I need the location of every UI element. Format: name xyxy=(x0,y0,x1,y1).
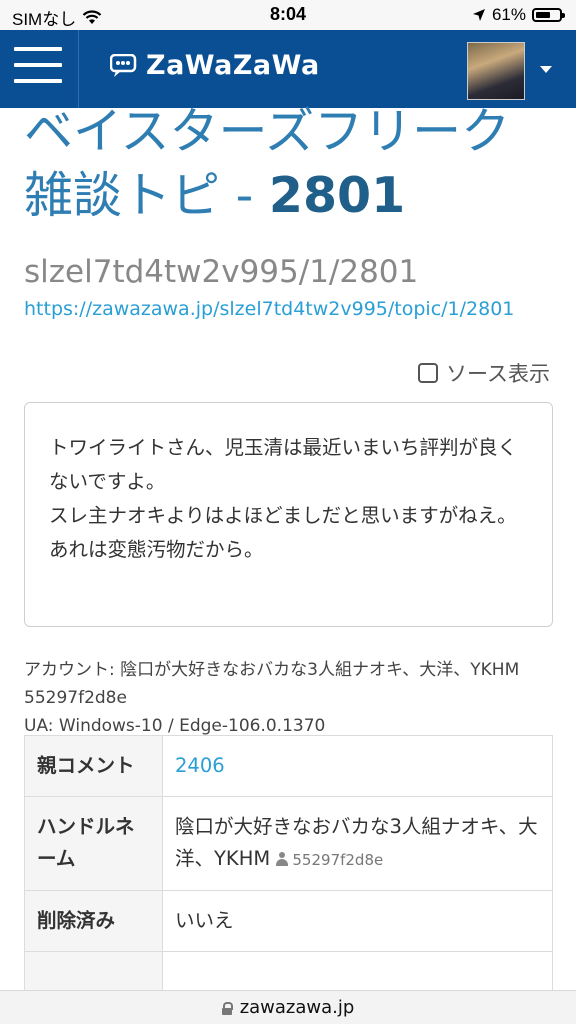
status-right: 61% xyxy=(472,5,565,25)
comment-line: トワイライトさん、児玉清は最近いまいち評判が良くないですよ。 xyxy=(49,436,518,493)
title-text: ベイスターズフリーク雑談トピ - xyxy=(24,103,511,224)
parent-comment-label: 親コメント xyxy=(24,735,163,797)
user-id-value: 55297f2d8e xyxy=(292,851,384,869)
parent-comment-link[interactable]: 2406 xyxy=(175,754,225,777)
source-checkbox[interactable] xyxy=(418,363,439,383)
lock-icon xyxy=(221,1001,233,1015)
app-header: ZaWaZaWa xyxy=(0,30,576,108)
user-avatar[interactable] xyxy=(467,42,525,100)
deleted-label: 削除済み xyxy=(24,890,163,952)
user-id: 55297f2d8e xyxy=(276,851,383,869)
parent-comment-cell: 2406 xyxy=(162,735,553,797)
topic-header: ベイスターズフリーク雑談トピ - 2801 slzel7td4tw2v995/1… xyxy=(24,100,554,304)
comment-line: スレ主ナオキよりはよほどましだと思いますがねえ。 xyxy=(49,504,517,527)
battery-percent: 61% xyxy=(491,5,526,24)
source-toggle-label: ソース表示 xyxy=(446,362,550,386)
chevron-down-icon[interactable] xyxy=(540,66,552,73)
logo-text: ZaWaZaWa xyxy=(146,50,320,81)
table-row: 削除済み いいえ xyxy=(24,890,553,952)
battery-icon xyxy=(532,8,565,22)
comment-info-table: 親コメント 2406 ハンドルネーム 陰口が大好きなおバカな3人組ナオキ、大洋、… xyxy=(24,735,553,1013)
topic-slug: slzel7td4tw2v995/1/2801 xyxy=(24,254,419,290)
account-info: アカウント: 陰口が大好きなおバカな3人組ナオキ、大洋、YKHM 55297f2… xyxy=(24,660,520,708)
handle-name-cell: 陰口が大好きなおバカな3人組ナオキ、大洋、YKHM 55297f2d8e xyxy=(162,796,553,891)
source-toggle[interactable]: ソース表示 xyxy=(418,358,550,388)
topic-link[interactable]: https://zawazawa.jp/slzel7td4tw2v995/top… xyxy=(24,298,514,320)
location-icon xyxy=(472,9,485,21)
handle-name-label: ハンドルネーム xyxy=(24,796,163,891)
status-bar: SIMなし 8:04 61% xyxy=(0,0,576,30)
chat-bubble-icon xyxy=(110,53,137,77)
browser-url-bar[interactable]: zawazawa.jp xyxy=(0,990,576,1024)
deleted-value: いいえ xyxy=(162,890,553,952)
comment-meta: アカウント: 陰口が大好きなおバカな3人組ナオキ、大洋、YKHM 55297f2… xyxy=(24,656,554,740)
comment-line: あれは変態汚物だから。 xyxy=(49,538,264,561)
site-logo[interactable]: ZaWaZaWa xyxy=(110,50,320,81)
comment-number: 2801 xyxy=(268,167,406,224)
header-divider xyxy=(78,30,79,108)
person-icon xyxy=(276,852,289,866)
table-row: 親コメント 2406 xyxy=(24,735,553,797)
url-domain: zawazawa.jp xyxy=(239,997,355,1018)
page-title: ベイスターズフリーク雑談トピ - 2801 slzel7td4tw2v995/1… xyxy=(24,100,554,304)
comment-body: トワイライトさん、児玉清は最近いまいち評判が良くないですよ。 スレ主ナオキよりは… xyxy=(24,402,553,627)
hamburger-icon[interactable] xyxy=(14,47,62,87)
table-row: ハンドルネーム 陰口が大好きなおバカな3人組ナオキ、大洋、YKHM 55297f… xyxy=(24,796,553,891)
